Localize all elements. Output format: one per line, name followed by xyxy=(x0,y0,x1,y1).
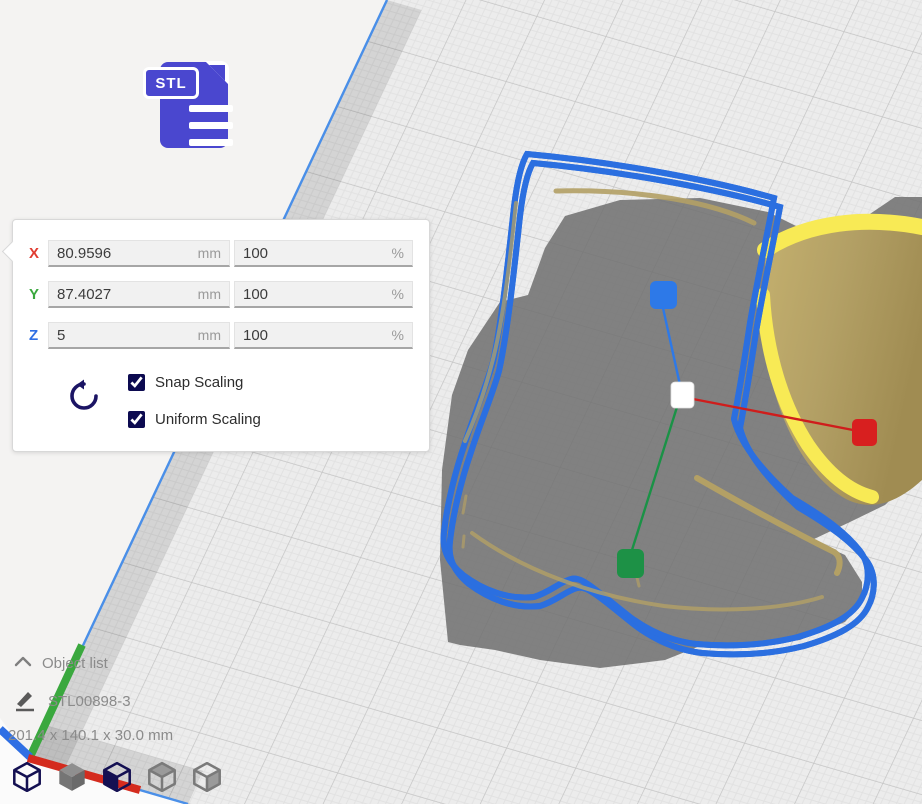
model-dimensions: 201.4 x 140.1 x 30.0 mm xyxy=(8,727,173,744)
rename-object-button[interactable] xyxy=(12,688,38,714)
scale-y-percent-unit: % xyxy=(392,286,404,302)
snap-scaling-checkbox[interactable] xyxy=(128,374,145,391)
scale-row-z: Z mm % xyxy=(13,322,429,349)
uniform-scaling-row: Uniform Scaling xyxy=(128,409,261,429)
reset-scale-button[interactable] xyxy=(65,378,103,416)
scale-row-y: Y mm % xyxy=(13,281,429,308)
scale-z-percent-unit: % xyxy=(392,327,404,343)
scale-z-percent-field: % xyxy=(234,322,413,349)
chevron-up-icon xyxy=(14,656,32,668)
view-3d-button[interactable] xyxy=(12,762,42,794)
scale-y-mm-unit: mm xyxy=(198,286,221,302)
scale-y-percent-field: % xyxy=(234,281,413,308)
scale-x-mm-input[interactable] xyxy=(57,245,192,262)
scale-tool-panel: X mm % Y mm % Z xyxy=(12,219,430,452)
snap-scaling-row: Snap Scaling xyxy=(128,372,243,392)
object-list-toggle[interactable] xyxy=(12,654,34,672)
scale-x-mm-unit: mm xyxy=(198,245,221,261)
scale-handle-center[interactable] xyxy=(671,382,694,408)
cube-right-icon xyxy=(193,762,221,792)
scale-handle-x[interactable] xyxy=(852,419,877,446)
view-front-button[interactable] xyxy=(57,762,87,794)
uniform-scaling-checkbox[interactable] xyxy=(128,411,145,428)
object-list-item-name[interactable]: STL00898-3 xyxy=(48,693,131,710)
scale-z-percent-input[interactable] xyxy=(243,327,386,344)
object-list-header[interactable]: Object list xyxy=(42,655,108,672)
axis-label-z: Z xyxy=(29,327,47,344)
cura-viewport: STL X mm % Y mm % xyxy=(0,0,922,804)
scale-x-percent-field: % xyxy=(234,240,413,267)
stl-file-icon: STL xyxy=(143,55,238,155)
camera-view-toolbar xyxy=(12,762,222,794)
view-top-button[interactable] xyxy=(102,762,132,794)
view-right-button[interactable] xyxy=(192,762,222,794)
snap-scaling-label: Snap Scaling xyxy=(155,374,243,391)
scale-y-percent-input[interactable] xyxy=(243,286,386,303)
cube-left-icon xyxy=(148,762,176,792)
scale-row-x: X mm % xyxy=(13,240,429,267)
cube-3d-icon xyxy=(13,762,41,792)
axis-label-x: X xyxy=(29,245,47,262)
scale-x-percent-input[interactable] xyxy=(243,245,386,262)
cube-top-icon xyxy=(103,762,131,792)
scale-z-mm-input[interactable] xyxy=(57,327,192,344)
cube-front-icon xyxy=(58,762,86,792)
scale-y-mm-field: mm xyxy=(48,281,230,308)
scale-handle-z[interactable] xyxy=(650,281,677,309)
pencil-icon xyxy=(13,688,37,712)
scale-z-mm-unit: mm xyxy=(198,327,221,343)
scale-x-percent-unit: % xyxy=(392,245,404,261)
view-left-button[interactable] xyxy=(147,762,177,794)
scale-handle-y[interactable] xyxy=(617,549,644,578)
scale-x-mm-field: mm xyxy=(48,240,230,267)
scale-z-mm-field: mm xyxy=(48,322,230,349)
scale-y-mm-input[interactable] xyxy=(57,286,192,303)
reset-icon xyxy=(67,379,101,413)
stl-label: STL xyxy=(143,67,199,99)
uniform-scaling-label: Uniform Scaling xyxy=(155,411,261,428)
axis-label-y: Y xyxy=(29,286,47,303)
